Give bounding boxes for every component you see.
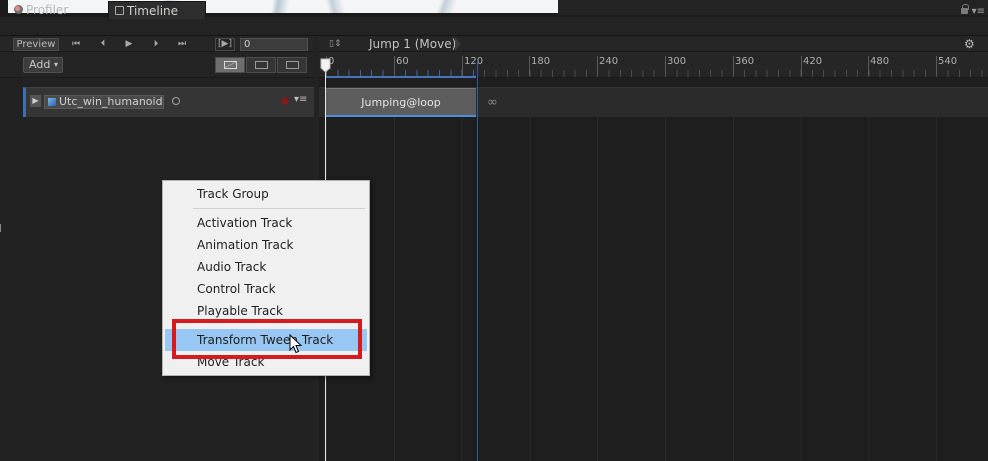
ripple-mode-button[interactable] (246, 57, 276, 73)
ruler-tick-label: 60 (396, 56, 409, 67)
gameobject-cube-icon (48, 98, 56, 106)
record-button[interactable] (281, 97, 289, 105)
ruler-major-tick (597, 56, 598, 76)
ruler-major-tick (462, 56, 463, 76)
ruler-tick-label: 360 (735, 56, 755, 67)
play-button[interactable]: ▶ (118, 38, 140, 51)
timeline-grid (326, 117, 988, 461)
replace-mode-icon (286, 61, 299, 69)
window-edge-mark (0, 224, 3, 232)
tab-timeline[interactable]: Timeline (108, 1, 206, 19)
menu-item-activation-track[interactable]: Activation Track (197, 214, 292, 232)
mouse-cursor-icon (289, 334, 303, 354)
tab-profiler-label: Profiler (26, 3, 69, 17)
menu-item-playable-track[interactable]: Playable Track (197, 302, 283, 320)
ruler-major-tick (801, 56, 802, 76)
ruler-tick-label: 180 (531, 56, 551, 67)
current-frame-input[interactable]: 0 (240, 38, 308, 51)
next-frame-button[interactable]: ⏵ (144, 38, 166, 51)
timeline-end-line (477, 60, 478, 461)
settings-gear-icon[interactable]: ⚙ (964, 37, 975, 51)
add-track-button[interactable]: Add (23, 57, 63, 73)
preview-button[interactable]: Preview (13, 38, 59, 51)
highlight-annotation-box (172, 319, 362, 359)
menu-item-animation-track[interactable]: Animation Track (197, 236, 293, 254)
timeline-icon (115, 6, 124, 15)
tab-profiler[interactable]: Profiler (8, 1, 106, 19)
first-frame-button[interactable]: ⏮ (64, 38, 86, 51)
menu-item-track-group[interactable]: Track Group (197, 185, 269, 203)
menu-item-control-track[interactable]: Control Track (197, 280, 276, 298)
menu-separator (193, 208, 365, 209)
ruler-major-tick (665, 56, 666, 76)
ruler-major-tick (733, 56, 734, 76)
window-tab-bar (0, 17, 988, 36)
playhead-handle-icon[interactable] (320, 58, 331, 73)
replace-mode-button[interactable] (277, 57, 307, 73)
ruler-tick-label: 420 (803, 56, 823, 67)
loop-icon: ∞ (487, 95, 498, 110)
ruler-tick-label: 480 (870, 56, 890, 67)
mix-mode-button[interactable] (215, 57, 245, 73)
ruler-major-tick (529, 56, 530, 76)
ruler-tick-label: 120 (464, 56, 484, 67)
breadcrumb[interactable]: Jump 1 (Move) (369, 37, 462, 51)
scene-strip-dark (558, 0, 988, 15)
last-frame-button[interactable]: ⏭ (170, 38, 192, 51)
timeline-range-bar (326, 76, 476, 78)
expand-arrow-icon[interactable]: ▶ (30, 95, 41, 107)
ruler-tick-label: 300 (667, 56, 687, 67)
track-options-icon[interactable]: ▾≡ (294, 94, 307, 105)
object-picker-icon[interactable] (172, 97, 180, 105)
panel-menu-icon[interactable]: ▾≡ (972, 7, 985, 17)
timeline-selector-icon[interactable]: ▯⇕ (329, 39, 349, 49)
lock-icon[interactable] (961, 4, 969, 14)
track-binding-field[interactable]: Utc_win_humanoid (44, 95, 164, 109)
tab-timeline-label: Timeline (127, 4, 179, 18)
menu-item-audio-track[interactable]: Audio Track (197, 258, 266, 276)
ruler-major-tick (394, 56, 395, 76)
ruler-tick-label: 240 (599, 56, 619, 67)
ruler-major-tick (936, 56, 937, 76)
profiler-icon (14, 5, 23, 14)
ruler-tick-label: 540 (938, 56, 958, 67)
ruler-major-tick (868, 56, 869, 76)
play-range-button[interactable]: [▶] (215, 38, 235, 51)
ripple-mode-icon (255, 61, 268, 69)
animation-clip[interactable]: Jumping@loop (326, 88, 476, 117)
previous-frame-button[interactable]: ⏴ (91, 38, 113, 51)
mix-mode-icon (224, 61, 237, 69)
